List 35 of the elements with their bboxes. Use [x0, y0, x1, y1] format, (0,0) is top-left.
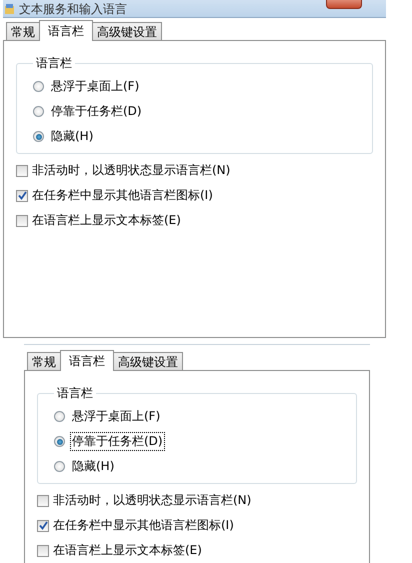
radio-button[interactable]	[54, 461, 65, 472]
checkbox[interactable]	[37, 520, 49, 532]
radio-button[interactable]	[54, 436, 65, 447]
checkbox[interactable]	[16, 164, 28, 176]
checkbox-label[interactable]: 在任务栏中显示其他语言栏图标(I)	[53, 517, 234, 534]
checkbox-label[interactable]: 非活动时，以透明状态显示语言栏(N)	[32, 162, 230, 179]
radio-label[interactable]: 悬浮于桌面上(F)	[49, 77, 142, 96]
close-button[interactable]	[326, 0, 362, 9]
checkbox-label[interactable]: 非活动时，以透明状态显示语言栏(N)	[53, 492, 252, 509]
radio-button[interactable]	[33, 81, 44, 92]
radio-label[interactable]: 悬浮于桌面上(F)	[70, 407, 162, 426]
radio-label[interactable]: 停靠于任务栏(D)	[49, 102, 144, 121]
tab[interactable]: 语言栏	[39, 20, 93, 41]
tab[interactable]: 常规	[6, 22, 40, 40]
radio-button[interactable]	[33, 106, 44, 117]
checkbox[interactable]	[16, 190, 28, 202]
checkbox[interactable]	[16, 214, 28, 226]
tab[interactable]: 高级键设置	[92, 22, 162, 40]
radio-label[interactable]: 隐藏(H)	[70, 457, 116, 476]
window-icon	[5, 4, 14, 14]
radio-label[interactable]: 隐藏(H)	[49, 127, 96, 146]
tab[interactable]: 常规	[27, 352, 61, 370]
group-title: 语言栏	[35, 55, 73, 72]
tab[interactable]: 高级键设置	[113, 352, 183, 370]
checkbox-label[interactable]: 在语言栏上显示文本标签(E)	[32, 212, 181, 229]
radio-label[interactable]: 停靠于任务栏(D)	[70, 432, 165, 451]
checkbox[interactable]	[37, 494, 49, 506]
group-title: 语言栏	[56, 385, 94, 402]
checkbox-label[interactable]: 在任务栏中显示其他语言栏图标(I)	[32, 187, 213, 204]
radio-button[interactable]	[33, 131, 44, 142]
window-title: 文本服务和输入语言	[19, 2, 127, 16]
tab[interactable]: 语言栏	[60, 350, 114, 371]
checkbox-label[interactable]: 在语言栏上显示文本标签(E)	[53, 542, 202, 559]
checkbox[interactable]	[37, 544, 49, 556]
radio-button[interactable]	[54, 411, 65, 422]
